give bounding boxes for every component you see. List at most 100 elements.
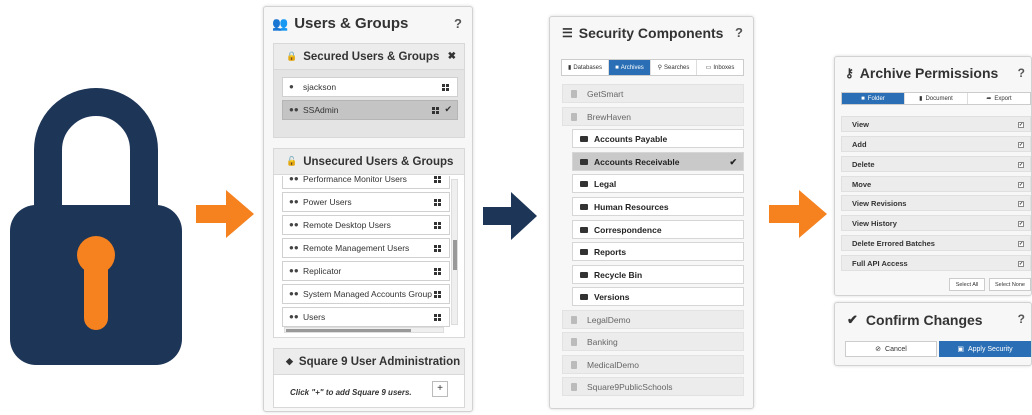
permission-row[interactable]: Move ✓ (841, 176, 1031, 192)
cancel-icon: ⊘ (875, 346, 882, 353)
archive-item[interactable]: Human Resources (572, 197, 744, 216)
windows-icon (434, 176, 441, 183)
windows-icon (434, 291, 441, 298)
cube-icon: ◆ (286, 356, 293, 366)
database-item[interactable]: Square9PublicSchools (562, 377, 744, 396)
tab-databases[interactable]: ▮ Databases (562, 60, 609, 75)
database-icon (571, 361, 577, 369)
windows-icon (432, 107, 439, 114)
folder-icon (580, 294, 588, 300)
folder-icon: ■ (861, 95, 865, 102)
secured-user-row-selected[interactable]: ●● SSAdmin ✔ (282, 100, 458, 120)
tab-searches[interactable]: ⚲ Searches (651, 60, 697, 75)
users-icon: 👥 (272, 15, 289, 31)
unsecured-user-row[interactable]: ●● Remote Desktop Users (282, 215, 450, 235)
permission-checkbox[interactable]: ✓ (1018, 122, 1024, 128)
archive-item[interactable]: Correspondence (572, 220, 744, 239)
unsecured-user-row[interactable]: ●● Replicator (282, 261, 450, 281)
permission-row[interactable]: Full API Access ✓ (841, 255, 1031, 271)
tab-archives[interactable]: ■ Archives (609, 60, 651, 75)
unsecured-user-row[interactable]: ●● Power Users (282, 192, 450, 212)
unsecured-users-section: 🔓 Unsecured Users & Groups ●● Performance… (273, 148, 465, 338)
database-item[interactable]: BrewHaven (562, 107, 744, 126)
document-icon: ▮ (919, 96, 923, 102)
database-item[interactable]: MedicalDemo (562, 355, 744, 374)
apply-security-button[interactable]: ▣ Apply Security (939, 341, 1031, 357)
unsecured-users-list[interactable]: ●● Performance Monitor Users ●● Power User… (282, 176, 450, 327)
vertical-scrollbar[interactable] (451, 179, 458, 325)
check-icon: ✔ (847, 312, 858, 327)
cancel-button[interactable]: ⊘ Cancel (845, 341, 937, 357)
archive-item[interactable]: Versions (572, 287, 744, 306)
key-icon: ⚷ (845, 66, 854, 80)
database-item[interactable]: GetSmart (562, 84, 744, 103)
permission-checkbox[interactable]: ✓ (1018, 261, 1024, 267)
unsecured-user-row[interactable]: ●● Users (282, 307, 450, 327)
security-components-title: ☰ Security Components (562, 25, 724, 41)
arrow-right-icon (196, 190, 254, 238)
folder-icon (580, 272, 588, 278)
select-none-button[interactable]: Select None (989, 278, 1031, 291)
unsecured-user-row[interactable]: ●● Performance Monitor Users (282, 176, 450, 189)
select-all-button[interactable]: Select All (949, 278, 985, 291)
group-icon: ●● (289, 176, 299, 183)
security-components-panel: ☰ Security Components ? ▮ Databases ■ Arch… (549, 16, 754, 409)
add-user-button[interactable]: + (432, 381, 448, 397)
windows-icon (434, 199, 441, 206)
database-icon (571, 113, 577, 121)
inbox-icon: ▭ (705, 65, 712, 71)
permission-checkbox[interactable]: ✓ (1018, 201, 1024, 207)
folder-icon (580, 249, 588, 255)
archive-item[interactable]: Recycle Bin (572, 265, 744, 284)
tab-export[interactable]: ➦ Export (968, 93, 1030, 104)
archive-permissions-title: ⚷ Archive Permissions (845, 65, 999, 81)
group-icon: ●● (289, 312, 299, 321)
archive-item[interactable]: Reports (572, 242, 744, 261)
tab-inboxes[interactable]: ▭ Inboxes (697, 60, 743, 75)
database-item[interactable]: Banking (562, 332, 744, 351)
permission-row[interactable]: View ✓ (841, 116, 1031, 132)
archive-item[interactable]: Accounts Payable (572, 129, 744, 148)
help-icon[interactable]: ? (454, 16, 462, 31)
search-icon: ⚲ (657, 65, 663, 71)
users-groups-title: 👥 Users & Groups (272, 15, 409, 32)
help-icon[interactable]: ? (1018, 66, 1025, 80)
unlock-icon: 🔓 (286, 156, 298, 166)
tab-document[interactable]: ▮ Document (905, 93, 968, 104)
archive-item[interactable]: Legal (572, 174, 744, 193)
permission-row[interactable]: View History ✓ (841, 215, 1031, 231)
help-icon[interactable]: ? (1018, 312, 1025, 326)
permission-checkbox[interactable]: ✓ (1018, 162, 1024, 168)
permission-row[interactable]: View Revisions ✓ (841, 195, 1031, 211)
folder-icon (580, 136, 588, 142)
lock-illustration (0, 0, 190, 415)
group-icon: ●● (289, 220, 299, 229)
help-icon[interactable]: ? (735, 25, 743, 40)
unsecured-user-row[interactable]: ●● System Managed Accounts Group (282, 284, 450, 304)
permission-checkbox[interactable]: ✓ (1018, 142, 1024, 148)
check-icon: ✔ (444, 104, 452, 114)
group-icon: ●● (289, 289, 299, 298)
folder-icon (580, 181, 588, 187)
permission-checkbox[interactable]: ✓ (1018, 241, 1024, 247)
permission-row[interactable]: Delete ✓ (841, 156, 1031, 172)
permission-checkbox[interactable]: ✓ (1018, 221, 1024, 227)
permission-row[interactable]: Delete Errored Batches ✓ (841, 235, 1031, 251)
check-icon: ✔ (729, 157, 737, 167)
archive-permissions-panel: ⚷ Archive Permissions ? ■ Folder ▮ Documen… (834, 56, 1032, 296)
archive-item-selected[interactable]: Accounts Receivable ✔ (572, 152, 744, 171)
add-users-hint: Click "+" to add Square 9 users. (290, 388, 412, 397)
close-icon[interactable]: ✖ (448, 51, 456, 62)
unsecured-user-row[interactable]: ●● Remote Management Users (282, 238, 450, 258)
permission-checkbox[interactable]: ✓ (1018, 182, 1024, 188)
windows-icon (434, 222, 441, 229)
tab-folder[interactable]: ■ Folder (842, 93, 905, 104)
confirm-changes-panel: ✔ Confirm Changes ? ⊘ Cancel ▣ Apply Secur… (834, 302, 1032, 366)
group-icon: ●● (289, 197, 299, 206)
database-item[interactable]: LegalDemo (562, 310, 744, 329)
arrow-right-icon (769, 190, 827, 238)
permission-row[interactable]: Add ✓ (841, 136, 1031, 152)
save-icon: ▣ (957, 346, 964, 353)
secured-user-row[interactable]: ● sjackson (282, 77, 458, 97)
horizontal-scrollbar[interactable] (284, 327, 444, 333)
